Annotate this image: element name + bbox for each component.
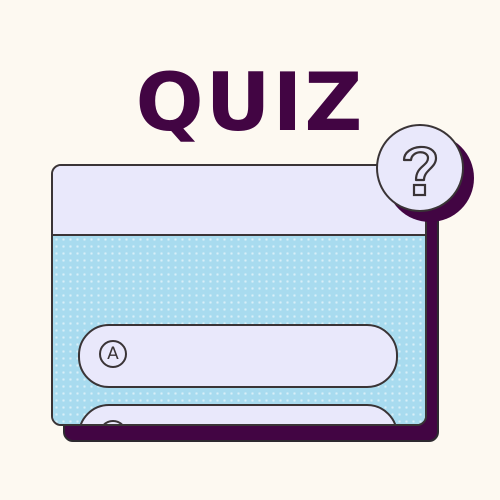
option-a-letter: A [99, 340, 127, 368]
question-mark-glyph [402, 145, 438, 197]
answer-area: A B [53, 236, 425, 424]
quiz-canvas: QUIZ A B [0, 0, 500, 500]
question-area [53, 166, 425, 236]
answer-option-a[interactable]: A [78, 324, 398, 388]
option-b-letter: B [99, 420, 127, 424]
question-mark-icon [376, 124, 464, 212]
answer-option-b[interactable]: B [78, 404, 398, 424]
quiz-card: A B [51, 164, 427, 426]
